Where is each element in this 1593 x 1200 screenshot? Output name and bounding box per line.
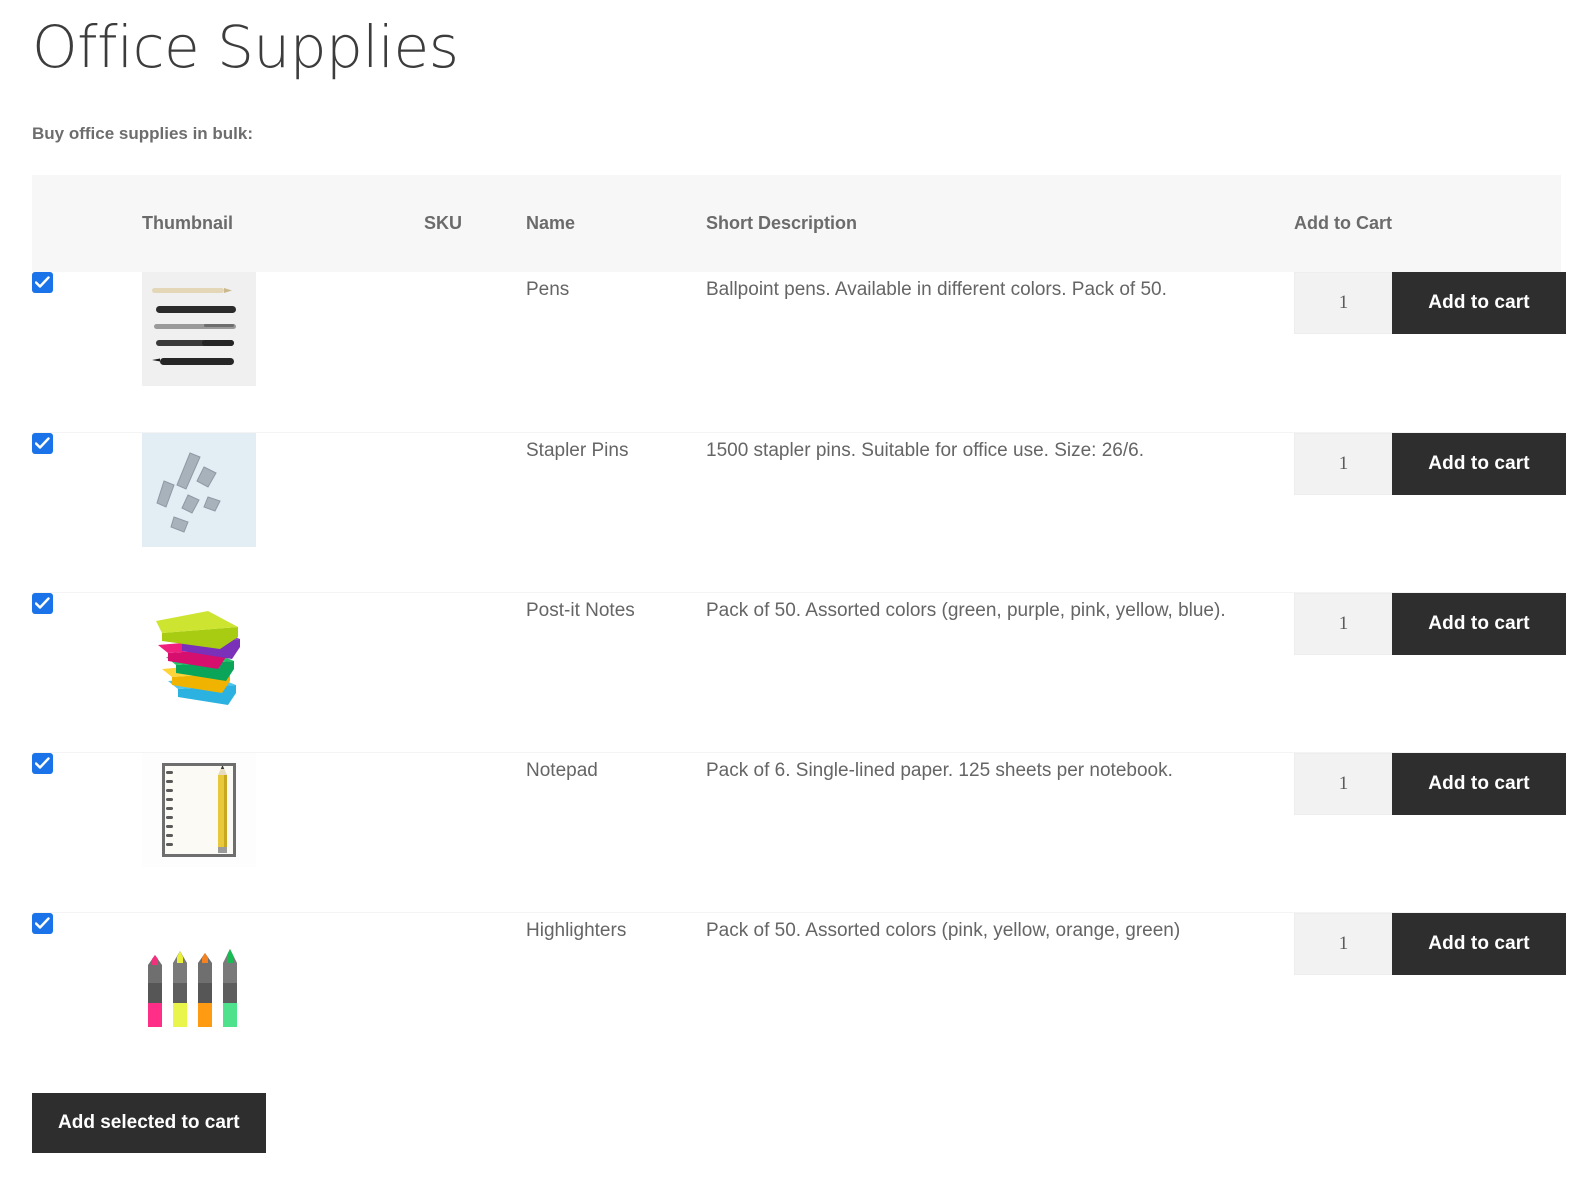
table-row: Notepad Pack of 6. Single-lined paper. 1… [32,752,1566,912]
add-to-cart-button[interactable]: Add to cart [1392,592,1566,655]
row-add-to-cart-cell: 1 Add to cart [1294,592,1566,752]
row-short-description: 1500 stapler pins. Suitable for office u… [706,432,1294,592]
page-subtitle: Buy office supplies in bulk: [32,124,254,143]
quantity-input[interactable]: 1 [1294,752,1392,815]
column-header-add-to-cart: Add to Cart [1294,175,1561,272]
row-add-to-cart-cell: 1 Add to cart [1294,272,1566,432]
office-supplies-page: Office Supplies Buy office supplies in b… [0,0,1593,1200]
row-add-to-cart-cell: 1 Add to cart [1294,752,1566,912]
add-to-cart-control: 1 Add to cart [1294,592,1566,655]
row-name: Highlighters [526,912,706,1072]
row-select-cell [32,272,142,432]
row-name: Notepad [526,752,706,912]
add-to-cart-button[interactable]: Add to cart [1392,272,1566,334]
product-table-wrapper: Thumbnail SKU Name Short Description Add… [32,175,1566,1072]
row-select-cell [32,752,142,912]
table-row: Stapler Pins 1500 stapler pins. Suitable… [32,432,1566,592]
quantity-input[interactable]: 1 [1294,592,1392,655]
column-header-thumbnail: Thumbnail [142,175,424,272]
row-select-cell [32,592,142,752]
post-it-notes-photo-icon[interactable] [142,592,256,707]
page-title: Office Supplies [32,13,459,81]
row-select-cell [32,432,142,592]
row-short-description: Ballpoint pens. Available in different c… [706,272,1294,432]
row-thumbnail-cell [142,272,424,432]
add-selected-to-cart-button[interactable]: Add selected to cart [32,1093,266,1153]
row-add-to-cart-cell: 1 Add to cart [1294,432,1566,592]
notepad-photo-icon[interactable] [142,752,256,867]
add-to-cart-button[interactable]: Add to cart [1392,432,1566,495]
row-sku [424,752,526,912]
row-sku [424,272,526,432]
column-header-short-description: Short Description [706,175,1294,272]
row-name: Stapler Pins [526,432,706,592]
row-sku [424,592,526,752]
bulk-action-bar: Add selected to cart [32,1093,1561,1153]
row-thumbnail-cell [142,752,424,912]
add-to-cart-button[interactable]: Add to cart [1392,912,1566,975]
row-select-checkbox[interactable] [32,432,53,454]
column-header-sku: SKU [424,175,526,272]
row-sku [424,912,526,1072]
row-short-description: Pack of 50. Assorted colors (green, purp… [706,592,1294,752]
row-select-checkbox[interactable] [32,272,53,293]
table-header-row: Thumbnail SKU Name Short Description Add… [32,175,1561,272]
quantity-input[interactable]: 1 [1294,272,1392,334]
add-to-cart-control: 1 Add to cart [1294,432,1566,495]
row-thumbnail-cell [142,592,424,752]
column-header-select [32,175,142,272]
quantity-input[interactable]: 1 [1294,912,1392,975]
add-to-cart-control: 1 Add to cart [1294,752,1566,815]
row-sku [424,432,526,592]
row-select-checkbox[interactable] [32,912,53,934]
row-select-checkbox[interactable] [32,592,53,614]
stapler-pins-photo-icon[interactable] [142,432,256,547]
add-to-cart-control: 1 Add to cart [1294,272,1566,334]
table-row: Highlighters Pack of 50. Assorted colors… [32,912,1566,1072]
table-row: Pens Ballpoint pens. Available in differ… [32,272,1566,432]
table-body: Pens Ballpoint pens. Available in differ… [32,272,1566,1072]
row-name: Post-it Notes [526,592,706,752]
quantity-input[interactable]: 1 [1294,432,1392,495]
add-to-cart-control: 1 Add to cart [1294,912,1566,975]
table-row: Post-it Notes Pack of 50. Assorted color… [32,592,1566,752]
row-short-description: Pack of 50. Assorted colors (pink, yello… [706,912,1294,1072]
product-table: Thumbnail SKU Name Short Description Add… [32,175,1566,1072]
table-header: Thumbnail SKU Name Short Description Add… [32,175,1561,272]
highlighters-photo-icon[interactable] [142,912,256,1027]
row-name: Pens [526,272,706,432]
row-select-checkbox[interactable] [32,752,53,774]
row-add-to-cart-cell: 1 Add to cart [1294,912,1566,1072]
row-select-cell [32,912,142,1072]
column-header-name: Name [526,175,706,272]
add-to-cart-button[interactable]: Add to cart [1392,752,1566,815]
row-short-description: Pack of 6. Single-lined paper. 125 sheet… [706,752,1294,912]
pens-photo-icon[interactable] [142,272,256,386]
row-thumbnail-cell [142,912,424,1072]
row-thumbnail-cell [142,432,424,592]
